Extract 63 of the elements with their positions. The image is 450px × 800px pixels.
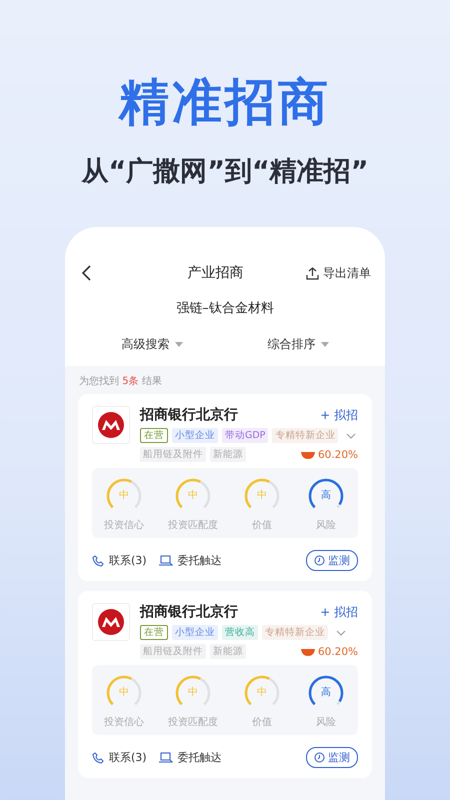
chevron-down-icon[interactable] [346, 432, 356, 438]
industry-tag: 新能源 [210, 447, 246, 462]
export-button[interactable]: 导出清单 [306, 264, 371, 282]
bowl-icon [300, 647, 315, 656]
filter-dropdown[interactable]: 综合排序 [262, 335, 334, 354]
gauge-value: 高 [321, 687, 331, 699]
add-prospect-link[interactable]: + 拟招 [320, 604, 358, 620]
monitor-button[interactable]: 监测 [306, 550, 358, 571]
phone-icon [92, 554, 104, 566]
gauge-value: 中 [257, 490, 267, 502]
gauge-value: 中 [119, 490, 129, 502]
score-value: 60.20% [318, 448, 358, 460]
contact-link[interactable]: 联系(3) [92, 553, 147, 568]
gauge-value: 高 [321, 490, 331, 502]
tag: 专精特新企业 [262, 625, 328, 640]
industry-tag: 船用链及附件 [140, 447, 206, 462]
industry-tag: 船用链及附件 [140, 644, 206, 659]
tag: 小型企业 [172, 428, 218, 443]
gauge-label: 风险 [316, 519, 336, 532]
gauge-value: 中 [119, 687, 129, 699]
contact-link[interactable]: 联系(3) [92, 750, 147, 765]
headline: 精准招商 [119, 72, 331, 132]
result-count: 为您找到 5条 结果 [78, 374, 163, 389]
tag: 营收高 [222, 625, 258, 640]
bank-logo-icon [92, 406, 130, 444]
gauge-value: 中 [188, 490, 198, 502]
company-name: 招商银行北京行 [140, 406, 238, 424]
laptop-icon [158, 554, 173, 566]
chevron-down-icon[interactable] [336, 630, 346, 636]
page-subtitle: 强链–钛合金材料 [175, 300, 275, 317]
tag: 专精特新企业 [272, 428, 338, 443]
page-title: 产业招商 [188, 264, 244, 282]
gauge-label: 投资匹配度 [168, 716, 218, 729]
industry-tag: 新能源 [210, 644, 246, 659]
add-prospect-link[interactable]: + 拟招 [320, 406, 358, 424]
clock-icon [314, 555, 325, 566]
subheadline: 从“广撒网”到“精准招” [82, 155, 368, 189]
caret-icon [320, 342, 328, 347]
score-value: 60.20% [318, 646, 358, 658]
gauge-value: 中 [257, 687, 267, 699]
bank-logo-icon [92, 603, 130, 641]
filter-dropdown[interactable]: 高级搜索 [116, 335, 188, 354]
gauge-label: 投资匹配度 [168, 518, 218, 532]
gauge-value: 中 [188, 687, 198, 699]
upload-icon [306, 266, 319, 280]
monitor-button[interactable]: 监测 [306, 747, 358, 768]
tag: 在营 [140, 428, 168, 443]
delegate-link[interactable]: 委托触达 [158, 553, 222, 568]
bowl-icon [300, 450, 315, 459]
tag: 小型企业 [172, 625, 218, 640]
gauge-label: 价值 [252, 716, 272, 729]
gauge-label: 投资信心 [104, 716, 144, 729]
clock-icon [314, 752, 325, 763]
tag: 带动GDP [222, 428, 268, 443]
gauge-label: 价值 [252, 519, 272, 532]
tag: 在营 [140, 625, 168, 640]
gauge-label: 风险 [316, 716, 336, 729]
caret-icon [174, 342, 182, 347]
gauge-label: 投资信心 [104, 518, 144, 532]
company-name: 招商银行北京行 [140, 603, 238, 621]
phone-icon [92, 752, 104, 764]
delegate-link[interactable]: 委托触达 [158, 750, 222, 765]
laptop-icon [158, 752, 173, 764]
